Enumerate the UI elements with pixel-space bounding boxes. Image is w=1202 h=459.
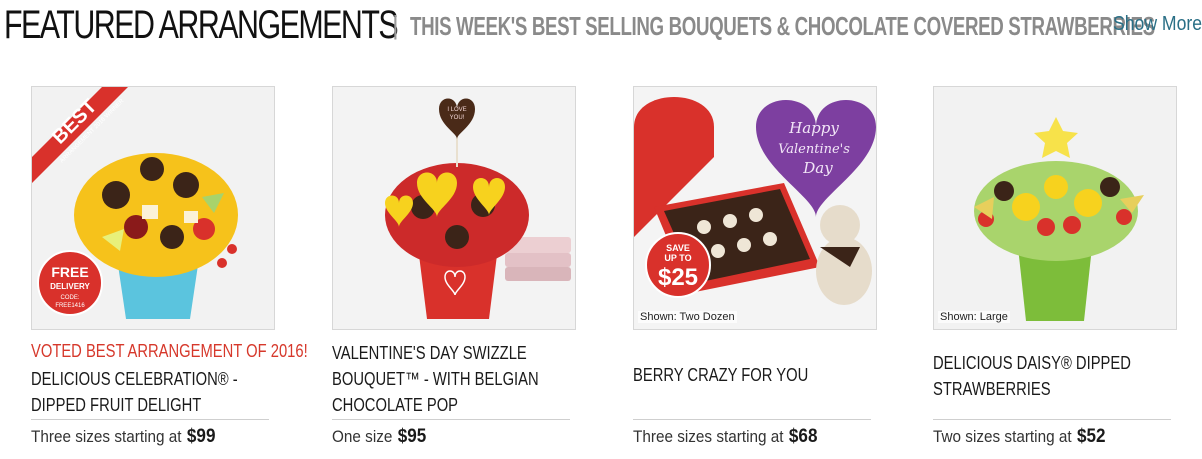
show-more-link[interactable]: Show More [1113,12,1202,36]
daisy-bouquet-image [934,87,1176,329]
product-card-valentines-swizzle[interactable]: I LOVE YOU! VALENTINE'S DAY SWIZZLE BOUQ… [332,86,576,456]
product-card-delicious-celebration[interactable]: BEST ARRANGEMENT 2016 WINNER FREE DELIVE… [31,86,308,456]
save-amount: $25 [658,264,698,291]
product-card-delicious-daisy[interactable]: Shown: Large DELICIOUS DAISY® DIPPED STR… [933,86,1177,456]
free-delivery-code: FREE1416 [55,303,85,309]
product-image[interactable]: Shown: Large [933,86,1177,330]
product-image[interactable]: I LOVE YOU! [332,86,576,330]
divider [933,419,1171,420]
divider [332,419,570,420]
section-header: FEATURED ARRANGEMENTS | THIS WEEK'S BEST… [0,0,1202,52]
balloon-line1: Happy [788,119,839,137]
free-delivery-line1: FREE [51,264,88,280]
size-info: Three sizes starting at [633,427,784,446]
product-name-link[interactable]: DELICIOUS DAISY® DIPPED STRAWBERRIES [933,350,1179,402]
fruit-bouquet-image: BEST ARRANGEMENT 2016 WINNER FREE DELIVE… [32,87,274,329]
price-line: One size $95 [332,426,426,448]
pop-text-line1: I LOVE [447,107,466,113]
price-line: Three sizes starting at $99 [31,426,215,448]
save-line2: UP TO [664,253,691,263]
product-name-link[interactable]: DELICIOUS CELEBRATION® - DIPPED FRUIT DE… [31,366,277,418]
divider [633,419,871,420]
free-delivery-code-label: CODE: [60,295,79,301]
price: $52 [1077,426,1106,447]
size-info: Three sizes starting at [31,427,182,446]
section-title: FEATURED ARRANGEMENTS [4,3,399,47]
product-image[interactable]: BEST ARRANGEMENT 2016 WINNER FREE DELIVE… [31,86,275,330]
product-image[interactable]: Happy Valentine's Day SAVE UP TO $25 Sho… [633,86,877,330]
berry-box-image: Happy Valentine's Day SAVE UP TO $25 [634,87,876,329]
size-info: One size [332,427,393,446]
price-line: Three sizes starting at $68 [633,426,817,448]
product-promo: VOTED BEST ARRANGEMENT OF 2016! [31,341,308,361]
shown-size-caption: Shown: Two Dozen [638,311,737,323]
price: $99 [186,426,216,447]
price: $68 [788,426,818,447]
free-delivery-line2: DELIVERY [50,282,90,291]
size-info: Two sizes starting at [933,427,1072,446]
title-separator: | [392,10,399,40]
section-subtitle: THIS WEEK'S BEST SELLING BOUQUETS & CHOC… [410,11,1155,41]
product-card-berry-crazy[interactable]: Happy Valentine's Day SAVE UP TO $25 Sho… [633,86,877,456]
product-name-link[interactable]: VALENTINE'S DAY SWIZZLE BOUQUET™ - WITH … [332,340,578,418]
divider [31,419,269,420]
price-line: Two sizes starting at $52 [933,426,1106,448]
shown-size-caption: Shown: Large [938,311,1010,323]
balloon-line2: Valentine's [778,142,850,157]
save-line1: SAVE [666,243,690,253]
balloon-line3: Day [802,159,833,177]
product-name-link[interactable]: BERRY CRAZY FOR YOU [633,362,879,388]
price: $95 [397,426,427,447]
pop-text-line2: YOU! [450,115,465,121]
swizzle-bouquet-image: I LOVE YOU! [333,87,575,329]
